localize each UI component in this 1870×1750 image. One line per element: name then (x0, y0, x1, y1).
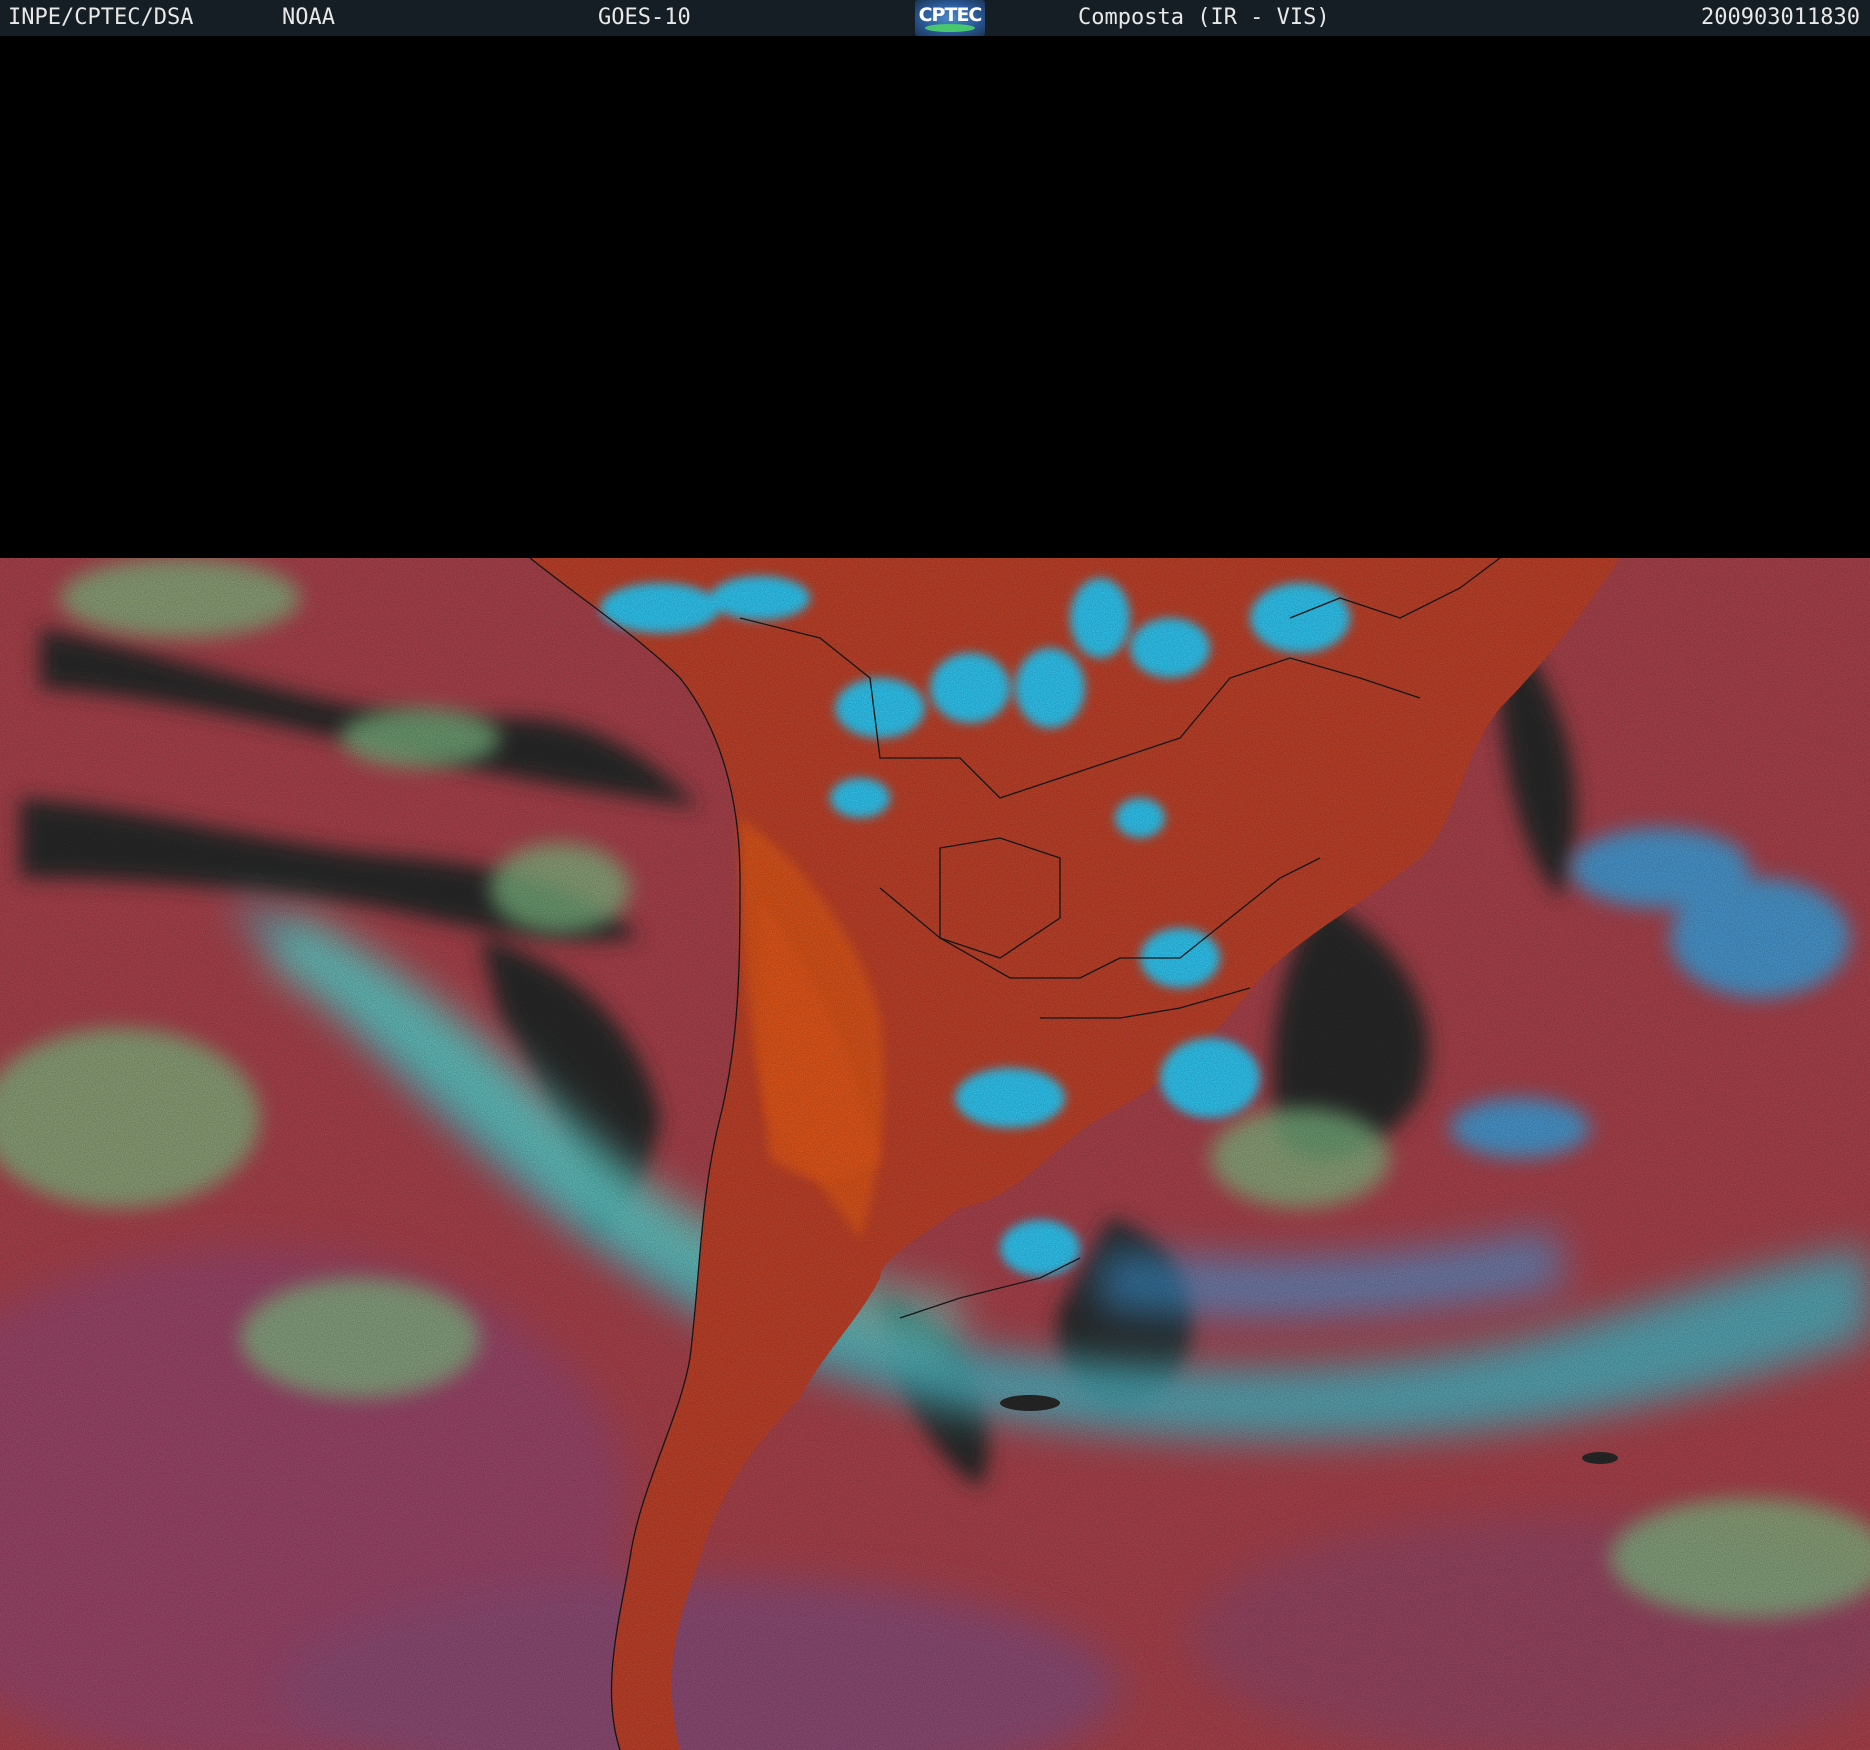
satellite-label: GOES-10 (598, 5, 691, 30)
header-bar: INPE/CPTEC/DSA NOAA GOES-10 CPTEC Compos… (0, 0, 1870, 36)
institution-label: INPE/CPTEC/DSA (8, 5, 194, 30)
agency-label: NOAA (282, 5, 335, 30)
satellite-image (0, 558, 1870, 1750)
space-background (0, 36, 1870, 558)
image-grain (0, 558, 1870, 1750)
product-label: Composta (IR - VIS) (1078, 5, 1330, 30)
logo-text: CPTEC (918, 4, 983, 26)
datetime-label: 200903011830 (1701, 5, 1860, 30)
cptec-logo: CPTEC (915, 0, 985, 36)
satellite-composite-page: INPE/CPTEC/DSA NOAA GOES-10 CPTEC Compos… (0, 0, 1870, 1750)
